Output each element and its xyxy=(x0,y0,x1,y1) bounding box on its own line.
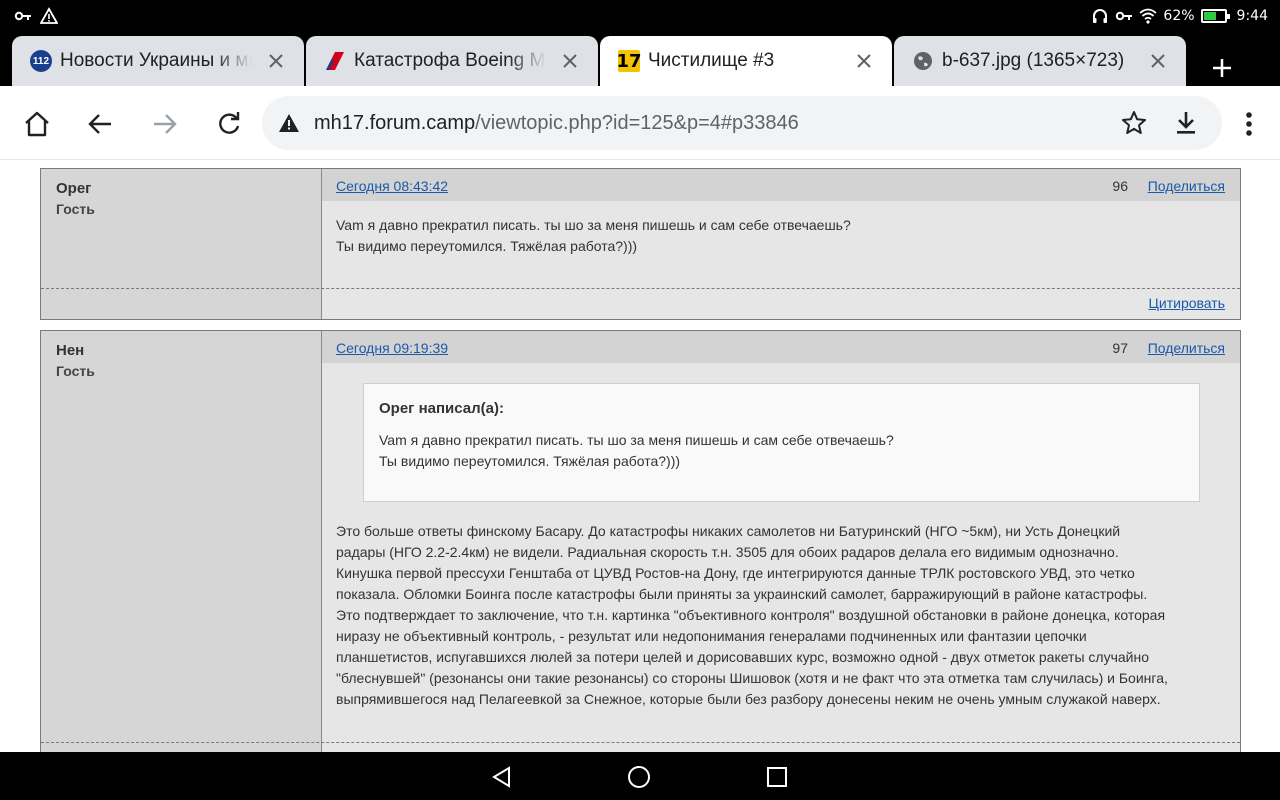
close-icon[interactable] xyxy=(264,49,288,73)
post-text-line: Ты видимо переутомился. Тяжёлая работа?)… xyxy=(336,238,638,254)
quote-body: Vam я давно прекратил писать. ты шо за м… xyxy=(379,430,1184,472)
key-icon xyxy=(1116,11,1133,21)
wifi-icon xyxy=(1139,8,1158,24)
quote-box: Орег написал(а): Vam я давно прекратил п… xyxy=(363,383,1200,502)
post-text-line: показала. Обломки Боинга после катастроф… xyxy=(336,586,1148,602)
url-host: mh17.forum.camp xyxy=(314,111,476,134)
back-button[interactable] xyxy=(80,104,120,144)
new-tab-button[interactable] xyxy=(1200,46,1244,90)
post-footer-divider xyxy=(41,742,1240,743)
tab-favicon-logo-icon xyxy=(324,50,346,72)
post-author-name[interactable]: Нен xyxy=(56,342,84,359)
headphones-icon xyxy=(1093,9,1108,23)
post-header: Сегодня 09:19:39 97 Поделиться xyxy=(322,331,1240,363)
tab-title: Чистилище #3 xyxy=(648,50,775,71)
vertical-dots-icon xyxy=(1246,112,1252,136)
post-text-line: ниразу не объективный контроль, - резуль… xyxy=(336,628,1087,644)
home-button[interactable] xyxy=(17,104,57,144)
post-author-role: Гость xyxy=(56,363,95,379)
quote-text-line: Ты видимо переутомился. Тяжёлая работа?)… xyxy=(379,453,681,469)
post-text-line: Это больше ответы финскому Басару. До ка… xyxy=(336,523,1121,539)
not-secure-warning-icon[interactable] xyxy=(278,112,300,134)
url-path: /viewtopic.php?id=125&p=4#p33846 xyxy=(475,111,799,134)
tab-news-ukraine[interactable]: 112 Новости Украины и мира xyxy=(12,36,304,86)
tab-title: b-637.jpg (1365×723) xyxy=(942,50,1125,71)
post-body: Vam я давно прекратил писать. ты шо за м… xyxy=(336,215,1224,257)
share-link[interactable]: Поделиться xyxy=(1148,340,1225,356)
post-author-name[interactable]: Орег xyxy=(56,180,91,197)
more-options-button[interactable] xyxy=(1234,104,1264,144)
tab-image-b637[interactable]: b-637.jpg (1365×723) xyxy=(894,36,1186,86)
post-text-line: планшетистов, испугавшихся люлей за поте… xyxy=(336,649,1150,665)
home-icon xyxy=(25,111,49,137)
download-icon[interactable] xyxy=(1172,109,1200,137)
post-text-line: Это подтверждает то заключение, что т.н.… xyxy=(336,607,1166,623)
post-header: Сегодня 08:43:42 96 Поделиться xyxy=(322,169,1240,201)
forum-post: Орег Гость Сегодня 08:43:42 96 Поделитьс… xyxy=(40,168,1241,320)
post-number: 96 xyxy=(1112,178,1128,194)
address-bar[interactable]: mh17.forum.camp/viewtopic.php?id=125&p=4… xyxy=(262,96,1222,150)
square-recents-icon xyxy=(767,767,787,787)
battery-icon xyxy=(1200,9,1230,23)
status-bar: 62% 9:44 xyxy=(0,0,1280,32)
page-content: Орег Гость Сегодня 08:43:42 96 Поделитьс… xyxy=(0,160,1280,752)
system-back-button[interactable] xyxy=(487,762,517,792)
tab-strip: 112 Новости Украины и мира Катастрофа Bo… xyxy=(0,32,1280,86)
key-icon xyxy=(14,11,31,21)
tab-title: Новости Украины и мира xyxy=(60,50,252,71)
system-recents-button[interactable] xyxy=(762,762,792,792)
globe-icon xyxy=(912,50,934,72)
browser-toolbar: mh17.forum.camp/viewtopic.php?id=125&p=4… xyxy=(0,86,1280,160)
forward-button[interactable] xyxy=(145,104,185,144)
post-text-line: Кинушка первой прессухи Генштаба от ЦУВД… xyxy=(336,565,1135,581)
quote-text-line: Vam я давно прекратил писать. ты шо за м… xyxy=(379,432,894,448)
tab-chistilishche[interactable]: 17 Чистилище #3 xyxy=(600,36,892,86)
system-navigation-bar xyxy=(0,752,1280,800)
post-body: Это больше ответы финскому Басару. До ка… xyxy=(336,521,1224,710)
reload-button[interactable] xyxy=(209,104,249,144)
tab-boeing-mh17[interactable]: Катастрофа Boeing MH17 xyxy=(306,36,598,86)
plus-icon xyxy=(1213,59,1231,77)
close-icon[interactable] xyxy=(558,49,582,73)
tab-favicon-17-icon: 17 xyxy=(616,50,642,72)
forum-post: Нен Гость Сегодня 09:19:39 97 Поделиться… xyxy=(40,330,1241,752)
circle-home-icon xyxy=(628,766,650,788)
tab-title: Катастрофа Boeing MH17 xyxy=(354,50,546,71)
arrow-left-icon xyxy=(88,114,111,134)
post-author-column: Нен Гость xyxy=(41,331,322,752)
post-number: 97 xyxy=(1112,340,1128,356)
triangle-back-icon xyxy=(492,766,510,788)
post-permalink[interactable]: Сегодня 09:19:39 xyxy=(336,340,448,356)
post-author-role: Гость xyxy=(56,201,95,217)
clock: 9:44 xyxy=(1236,8,1268,24)
arrow-right-icon xyxy=(154,114,177,134)
post-text-line: выпрямившегося над Пелагеевкой за Снежно… xyxy=(336,691,1161,707)
quote-link[interactable]: Цитировать xyxy=(1149,295,1225,311)
system-home-button[interactable] xyxy=(624,762,654,792)
tab-favicon-112-icon: 112 xyxy=(30,50,52,72)
close-icon[interactable] xyxy=(1146,49,1170,73)
post-text-line: "блеснувшей" (резонансы они такие резона… xyxy=(336,670,1168,686)
share-link[interactable]: Поделиться xyxy=(1148,178,1225,194)
post-footer-divider xyxy=(41,288,1240,289)
url-text: mh17.forum.camp/viewtopic.php?id=125&p=4… xyxy=(314,112,799,135)
post-author-column: Орег Гость xyxy=(41,169,322,319)
warning-icon xyxy=(40,7,58,24)
post-text-line: радары (НГО 2.2-2.4км) не видели. Радиал… xyxy=(336,544,1119,560)
quote-header: Орег написал(а): xyxy=(379,400,504,417)
bookmark-star-icon[interactable] xyxy=(1120,109,1148,137)
reload-icon xyxy=(219,112,240,134)
battery-percent: 62% xyxy=(1163,8,1195,24)
post-permalink[interactable]: Сегодня 08:43:42 xyxy=(336,178,448,194)
post-text-line: Vam я давно прекратил писать. ты шо за м… xyxy=(336,217,851,233)
close-icon[interactable] xyxy=(852,49,876,73)
